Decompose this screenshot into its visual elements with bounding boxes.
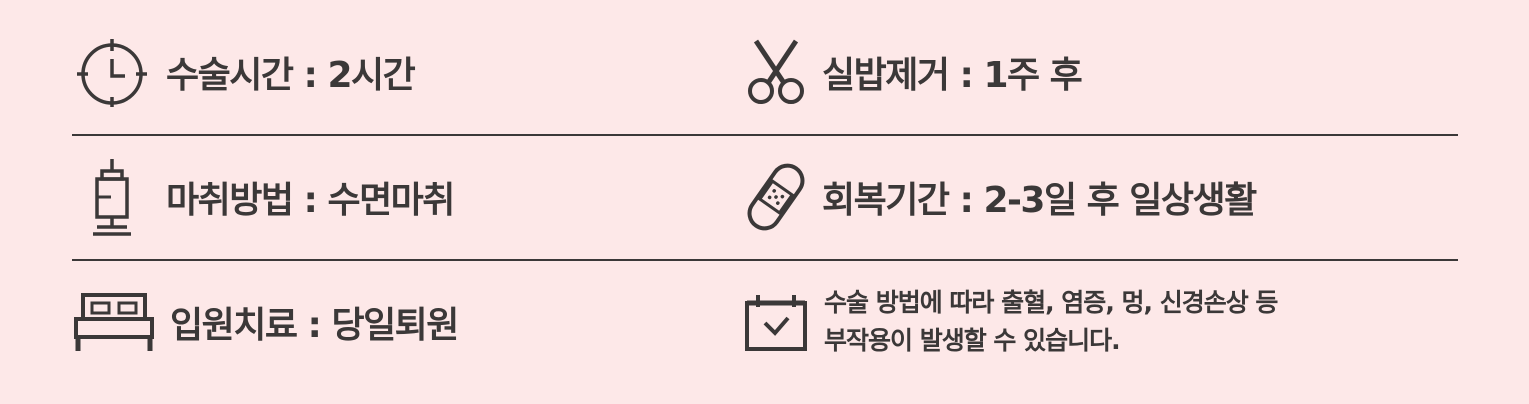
anesthesia-item: 마취방법 : 수면마취 bbox=[72, 135, 732, 259]
bed-icon bbox=[72, 291, 156, 353]
calendar-check-icon bbox=[744, 291, 808, 353]
notice-line-1: 수술 방법에 따라 출혈, 염증, 멍, 신경손상 등 bbox=[824, 288, 1278, 317]
surgery-time-item: 수술시간 : 2시간 bbox=[72, 10, 732, 134]
anesthesia-label: 마취방법 : 수면마취 bbox=[166, 180, 455, 221]
clock-icon bbox=[72, 37, 152, 107]
syringe-icon bbox=[72, 157, 152, 237]
side-effect-text: 수술 방법에 따라 출혈, 염증, 멍, 신경손상 등 부작용이 발생할 수 있… bbox=[824, 284, 1278, 360]
hospitalization-item: 입원치료 : 당일퇴원 bbox=[72, 260, 732, 384]
info-row-3: 입원치료 : 당일퇴원 수술 방법에 따라 출혈, 염증, 멍, 신경손상 등 … bbox=[72, 260, 1458, 384]
stitch-removal-item: 실밥제거 : 1주 후 bbox=[744, 10, 1458, 134]
bandage-icon bbox=[744, 158, 808, 236]
info-row-1: 수술시간 : 2시간 실밥제거 : 1주 후 bbox=[72, 10, 1458, 136]
scissors-icon bbox=[744, 39, 808, 105]
surgery-time-label: 수술시간 : 2시간 bbox=[166, 55, 416, 96]
hospitalization-label: 입원치료 : 당일퇴원 bbox=[170, 305, 459, 346]
recovery-period-label: 회복기간 : 2-3일 후 일상생활 bbox=[822, 180, 1257, 221]
notice-line-2: 부작용이 발생할 수 있습니다. bbox=[824, 326, 1121, 355]
stitch-removal-label: 실밥제거 : 1주 후 bbox=[822, 55, 1083, 96]
recovery-period-item: 회복기간 : 2-3일 후 일상생활 bbox=[744, 135, 1458, 259]
info-row-2: 마취방법 : 수면마취 회복기간 : 2-3일 후 일상생활 bbox=[72, 135, 1458, 261]
side-effect-notice: 수술 방법에 따라 출혈, 염증, 멍, 신경손상 등 부작용이 발생할 수 있… bbox=[744, 260, 1458, 384]
